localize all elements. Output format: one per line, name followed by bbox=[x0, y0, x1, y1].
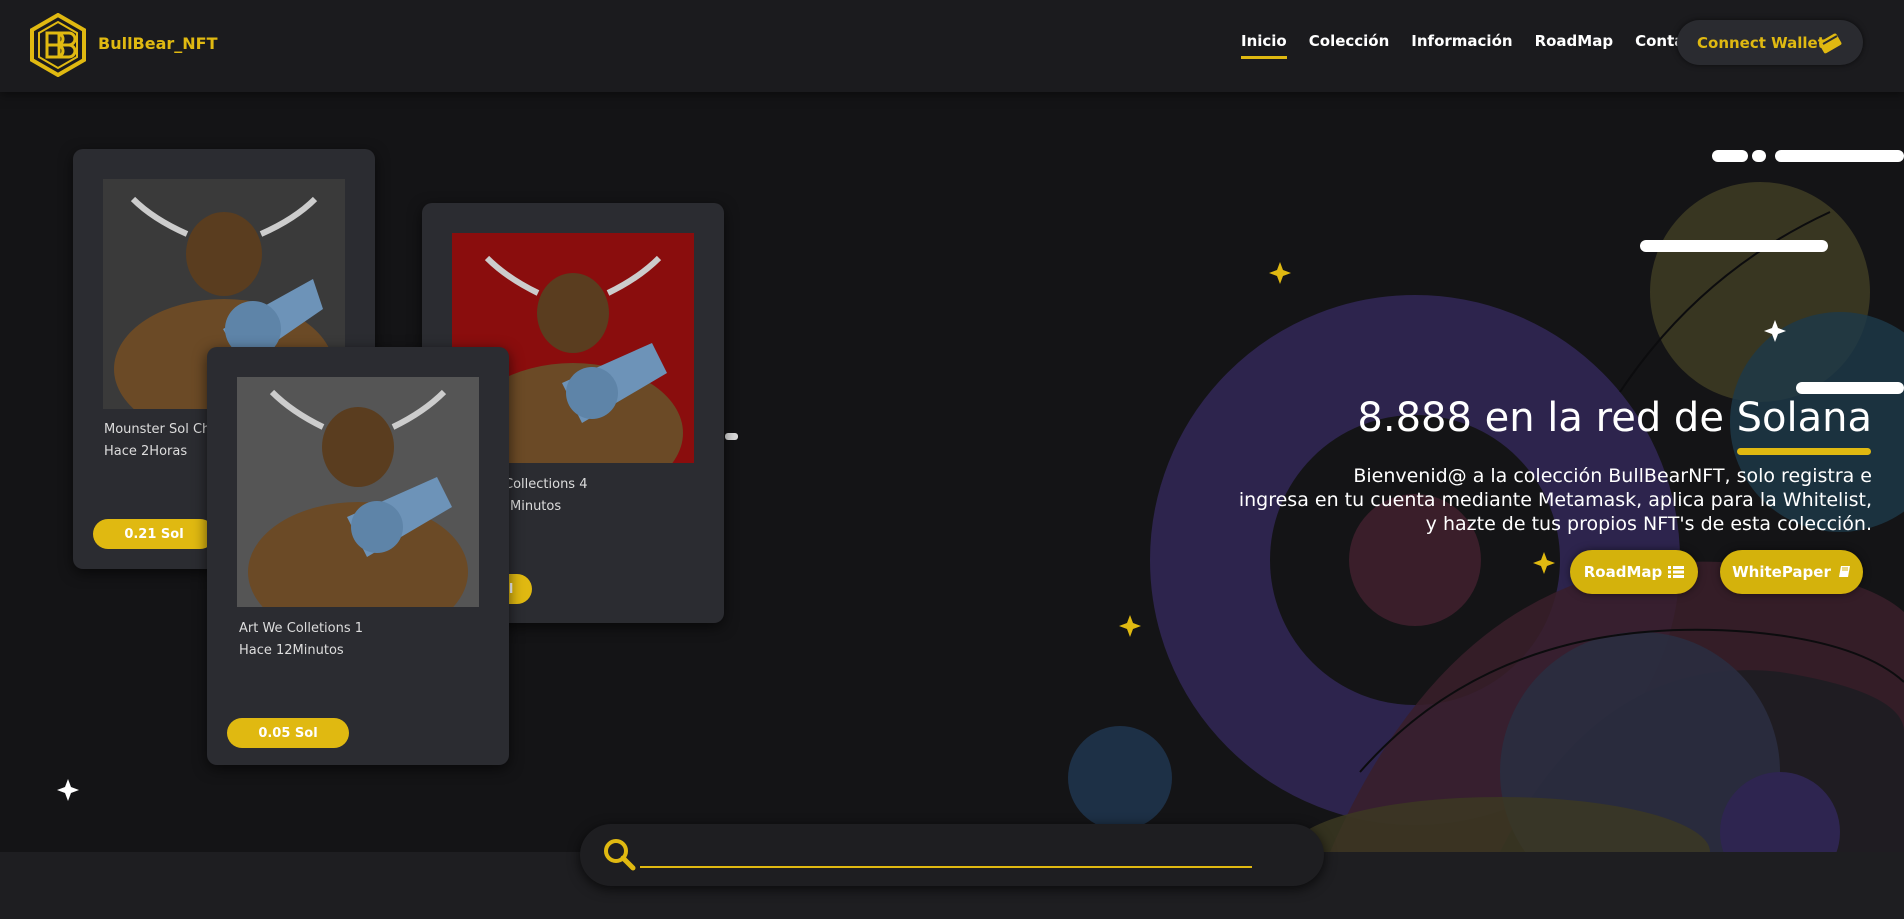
nft-card-title: Mounster Sol Ch bbox=[104, 422, 211, 437]
nft-card-3[interactable]: Art We Colletions 1 Hace 12Minutos 0.05 … bbox=[207, 347, 509, 765]
nft-card-title: Collections 4 bbox=[504, 477, 588, 492]
nft-card-title: Art We Colletions 1 bbox=[239, 621, 364, 636]
roadmap-button[interactable]: RoadMap bbox=[1570, 550, 1698, 594]
hero-title-underline bbox=[1737, 448, 1871, 455]
hero-description-line: Bienvenid@ a la colección BullBearNFT, s… bbox=[1353, 465, 1872, 487]
main-nav: Inicio Colección Información RoadMap Con… bbox=[1241, 32, 1733, 59]
whitepaper-button-label: WhitePaper bbox=[1732, 563, 1831, 581]
nft-card-time: Hace 12Minutos bbox=[239, 643, 344, 658]
search-input[interactable] bbox=[640, 838, 1252, 866]
roadmap-button-label: RoadMap bbox=[1583, 563, 1663, 581]
nft-card-price[interactable]: 0.21 Sol bbox=[93, 519, 215, 549]
book-icon bbox=[1838, 566, 1850, 577]
bullbear-logo-icon[interactable] bbox=[30, 13, 86, 77]
search-icon[interactable] bbox=[602, 837, 636, 871]
nft-card-time: Hace 2Horas bbox=[104, 444, 188, 459]
whitepaper-button[interactable]: WhitePaper bbox=[1720, 550, 1863, 594]
nav-inicio[interactable]: Inicio bbox=[1241, 32, 1287, 59]
hero-description: Bienvenid@ a la colección BullBearNFT, s… bbox=[1232, 464, 1872, 536]
hero-description-line: ingresa en tu cuenta mediante Metamask, … bbox=[1238, 489, 1872, 511]
nft-card-time: Minutos bbox=[510, 499, 562, 514]
brand-name[interactable]: BullBear_NFT bbox=[98, 34, 218, 53]
hero-description-line: y hazte de tus propios NFT's de esta col… bbox=[1425, 513, 1872, 535]
header: BullBear_NFT Inicio Colección Informació… bbox=[0, 0, 1904, 92]
search-bar bbox=[580, 824, 1324, 886]
nav-coleccion[interactable]: Colección bbox=[1309, 32, 1390, 59]
hero-section: Mounster Sol Ch Hace 2Horas 0.21 Sol Col… bbox=[0, 92, 1904, 852]
search-underline bbox=[640, 866, 1252, 868]
nft-image bbox=[237, 377, 479, 607]
hero-title: 8.888 en la red de Solana bbox=[1357, 395, 1872, 441]
connect-wallet-label: Connect Wallet bbox=[1697, 33, 1825, 52]
nft-card-price[interactable]: 0.05 Sol bbox=[227, 718, 349, 748]
connect-wallet-button[interactable]: Connect Wallet bbox=[1677, 20, 1863, 65]
nav-roadmap[interactable]: RoadMap bbox=[1535, 32, 1614, 59]
nav-informacion[interactable]: Información bbox=[1411, 32, 1512, 59]
wallet-icon bbox=[1819, 33, 1842, 54]
list-icon bbox=[1668, 566, 1685, 578]
